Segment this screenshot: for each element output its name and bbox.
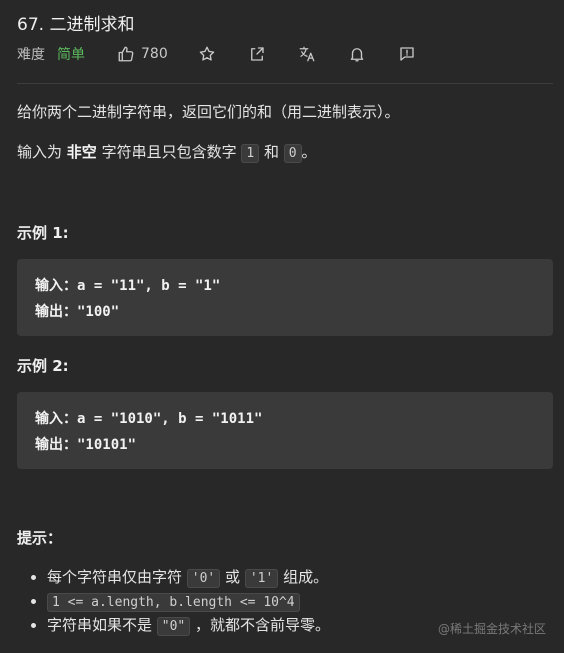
like-count: 780 bbox=[141, 46, 168, 62]
inline-code: '1' bbox=[244, 569, 279, 588]
share-icon bbox=[250, 47, 264, 61]
hint-text: 字符串如果不是 bbox=[47, 616, 157, 634]
inline-code: 1 bbox=[241, 144, 260, 163]
share-button[interactable] bbox=[248, 45, 298, 63]
inline-code: "0" bbox=[156, 617, 191, 636]
problem-title: 67. 二进制求和 bbox=[17, 15, 135, 35]
subscribe-button[interactable] bbox=[348, 45, 398, 63]
feedback-icon bbox=[400, 47, 414, 61]
example-1-output: 输出："100" bbox=[35, 301, 119, 321]
description-text: 和 bbox=[259, 143, 284, 161]
hint-item: 1 <= a.length, b.length <= 10^4 bbox=[47, 589, 330, 613]
description-paragraph-2: 输入为 非空 字符串且只包含数字 1 和 0。 bbox=[17, 141, 317, 163]
description-paragraph-1: 给你两个二进制字符串，返回它们的和（用二进制表示）。 bbox=[17, 103, 400, 121]
hint-text: 或 bbox=[220, 568, 245, 586]
header-divider bbox=[17, 83, 553, 84]
example-2-heading: 示例 2: bbox=[17, 357, 69, 375]
input-label: 输入： bbox=[35, 278, 77, 294]
output-value: "10101" bbox=[77, 437, 137, 453]
inline-code: 1 <= a.length, b.length <= 10^4 bbox=[47, 593, 300, 612]
example-1-heading: 示例 1: bbox=[17, 224, 69, 242]
like-button[interactable]: 780 bbox=[117, 45, 168, 63]
hint-text: 每个字符串仅由字符 bbox=[47, 568, 187, 586]
description-text: 。 bbox=[301, 143, 317, 161]
example-1-block: 输入：a = "11", b = "1" 输出："100" bbox=[17, 259, 553, 336]
output-label: 输出： bbox=[35, 437, 77, 453]
hint-text: ，就都不含前导零。 bbox=[190, 616, 331, 634]
thumbs-up-icon bbox=[118, 46, 134, 62]
example-2-block: 输入：a = "1010", b = "1011" 输出："10101" bbox=[17, 392, 553, 469]
feedback-button[interactable] bbox=[398, 45, 448, 63]
hint-item: 每个字符串仅由字符 '0' 或 '1' 组成。 bbox=[47, 565, 330, 589]
emphasis-text: 非空 bbox=[66, 143, 97, 161]
input-value: a = "1010", b = "1011" bbox=[77, 411, 263, 427]
star-icon bbox=[199, 46, 215, 61]
translate-icon bbox=[299, 46, 315, 62]
hints-heading: 提示： bbox=[17, 529, 63, 547]
hints-list: 每个字符串仅由字符 '0' 或 '1' 组成。 1 <= a.length, b… bbox=[17, 565, 330, 637]
favorite-button[interactable] bbox=[198, 45, 248, 63]
bell-icon bbox=[350, 48, 364, 62]
hint-item: 字符串如果不是 "0" ，就都不含前导零。 bbox=[47, 613, 330, 637]
problem-meta-bar: 难度 简单 780 bbox=[17, 43, 553, 65]
translate-button[interactable] bbox=[298, 45, 348, 63]
example-2-output: 输出："10101" bbox=[35, 434, 136, 454]
input-label: 输入： bbox=[35, 411, 77, 427]
input-value: a = "11", b = "1" bbox=[77, 278, 221, 294]
description-text: 输入为 bbox=[17, 143, 67, 161]
output-label: 输出： bbox=[35, 304, 77, 320]
inline-code: 0 bbox=[283, 144, 302, 163]
difficulty-value: 简单 bbox=[57, 47, 85, 63]
example-1-input: 输入：a = "11", b = "1" bbox=[35, 275, 220, 295]
difficulty-label: 难度 bbox=[17, 47, 45, 63]
description-text: 字符串且只包含数字 bbox=[96, 143, 242, 161]
watermark: @稀土掘金技术社区 bbox=[437, 622, 546, 636]
hint-text: 组成。 bbox=[278, 568, 329, 586]
inline-code: '0' bbox=[186, 569, 221, 588]
example-2-input: 输入：a = "1010", b = "1011" bbox=[35, 408, 262, 428]
output-value: "100" bbox=[77, 304, 120, 320]
